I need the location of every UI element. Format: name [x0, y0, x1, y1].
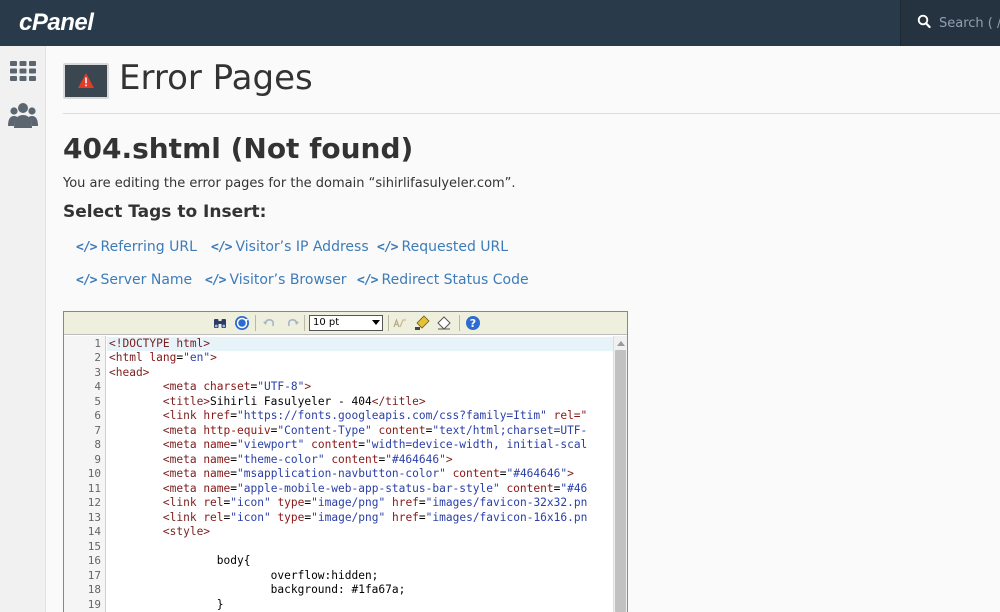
line-number: 19	[87, 597, 101, 611]
syntax-highlight-icon[interactable]	[392, 315, 408, 331]
cpanel-logo[interactable]: cPanel	[19, 9, 94, 37]
code-line: <meta name="apple-mobile-web-app-status-…	[162, 481, 588, 495]
header-divider	[63, 113, 1000, 114]
tag-visitor-browser[interactable]: </> Visitor’s Browser	[205, 272, 347, 288]
line-number: 10	[87, 467, 101, 480]
tag-label: Referring URL	[100, 239, 197, 255]
line-number: 18	[87, 583, 101, 596]
code-line: <meta http-equiv="Content-Type" content=…	[162, 423, 588, 437]
tag-server-name[interactable]: </> Server Name	[76, 272, 192, 288]
code-line: <link rel="icon" type="image/png" href="…	[162, 510, 588, 524]
sidebar	[0, 46, 46, 612]
code-line: <meta charset="UTF-8">	[162, 380, 312, 393]
line-number: 14	[87, 525, 101, 538]
tag-label: Redirect Status Code	[381, 272, 529, 288]
line-number: 5	[94, 394, 101, 408]
code-line: <!DOCTYPE html>	[107, 336, 613, 351]
line-number: 8	[94, 438, 101, 451]
grid-icon[interactable]	[8, 56, 38, 86]
vertical-scrollbar[interactable]	[613, 336, 627, 612]
editor-toolbar: 10 pt ?	[64, 312, 627, 335]
code-line: <title>Sihirli Fasulyeler - 404</title>	[162, 394, 426, 408]
redo-icon[interactable]	[285, 315, 301, 331]
error-page-title: 404.shtml (Not found)	[63, 132, 414, 165]
code-icon: </>	[211, 239, 233, 255]
line-number: 1	[94, 336, 101, 350]
tag-requested-url[interactable]: </> Requested URL	[377, 239, 508, 255]
line-number: 3	[94, 365, 101, 379]
toolbar-separator	[304, 315, 305, 331]
code-line: <meta name="viewport" content="width=dev…	[162, 438, 588, 451]
toolbar-separator	[255, 315, 256, 331]
search-icon	[917, 14, 931, 29]
code-line: }	[109, 597, 224, 611]
line-number: 16	[87, 554, 101, 567]
chevron-down-icon	[372, 320, 380, 325]
top-bar: cPanel	[0, 0, 1000, 46]
code-line: <style>	[162, 525, 211, 538]
help-icon[interactable]: ?	[465, 315, 481, 331]
tags-title: Select Tags to Insert:	[63, 202, 267, 222]
users-icon[interactable]	[8, 100, 38, 130]
undo-icon[interactable]	[261, 315, 277, 331]
code-icon: </>	[377, 239, 399, 255]
tag-label: Visitor’s IP Address	[235, 239, 369, 255]
code-icon: </>	[76, 239, 98, 255]
line-number: 11	[87, 481, 101, 495]
code-line: background: #1fa67a;	[109, 583, 406, 596]
tag-referring-url[interactable]: </> Referring URL	[76, 239, 197, 255]
scroll-thumb[interactable]	[615, 350, 626, 612]
warning-icon	[78, 73, 94, 88]
line-number: 2	[94, 351, 101, 364]
tag-redirect-status[interactable]: </> Redirect Status Code	[357, 272, 529, 288]
tag-label: Requested URL	[401, 239, 509, 255]
code-line: <head>	[109, 365, 150, 379]
line-number: 12	[87, 496, 101, 509]
toolbar-separator	[388, 315, 389, 331]
tag-label: Server Name	[100, 272, 193, 288]
code-icon: </>	[357, 272, 379, 288]
code-line: <link rel="icon" type="image/png" href="…	[162, 496, 588, 509]
font-size-select[interactable]: 10 pt	[309, 315, 383, 331]
svg-text:?: ?	[470, 317, 476, 330]
search-box[interactable]	[900, 0, 1000, 46]
code-editor: 10 pt ? 1 2 3 4 5 6 7 8 9 10 11 12 13 14…	[63, 311, 628, 612]
code-line: overflow:hidden;	[109, 568, 379, 582]
tag-visitor-ip[interactable]: </> Visitor’s IP Address	[211, 239, 369, 255]
line-numbers: 1 2 3 4 5 6 7 8 9 10 11 12 13 14 15 16 1…	[64, 336, 106, 612]
line-number: 6	[94, 409, 101, 422]
domain-description: You are editing the error pages for the …	[63, 176, 516, 191]
find-icon[interactable]	[212, 315, 228, 331]
line-number: 9	[94, 452, 101, 466]
page-title: Error Pages	[119, 58, 313, 98]
toolbar-separator	[459, 315, 460, 331]
line-number: 4	[94, 380, 101, 393]
scroll-up-icon[interactable]	[617, 341, 625, 346]
code-icon: </>	[76, 272, 98, 288]
eraser-icon[interactable]	[436, 315, 452, 331]
line-number: 7	[94, 423, 101, 437]
code-line: body{	[109, 554, 251, 567]
code-line: <link href="https://fonts.googleapis.com…	[162, 409, 588, 422]
highlight-icon[interactable]	[414, 315, 430, 331]
tag-label: Visitor’s Browser	[229, 272, 347, 288]
code-icon: </>	[205, 272, 227, 288]
search-input[interactable]	[939, 12, 1000, 34]
code-line: <html lang="en">	[109, 351, 217, 364]
code-area[interactable]: 1 2 3 4 5 6 7 8 9 10 11 12 13 14 15 16 1…	[64, 336, 613, 612]
line-number: 17	[87, 568, 101, 582]
error-pages-icon	[63, 63, 109, 99]
replace-icon[interactable]	[234, 315, 250, 331]
line-number: 13	[87, 510, 101, 524]
line-number: 15	[87, 539, 101, 553]
code-line: <meta name="theme-color" content="#46464…	[162, 452, 453, 466]
font-size-value: 10 pt	[313, 317, 340, 328]
code-line: <meta name="msapplication-navbutton-colo…	[162, 467, 574, 480]
